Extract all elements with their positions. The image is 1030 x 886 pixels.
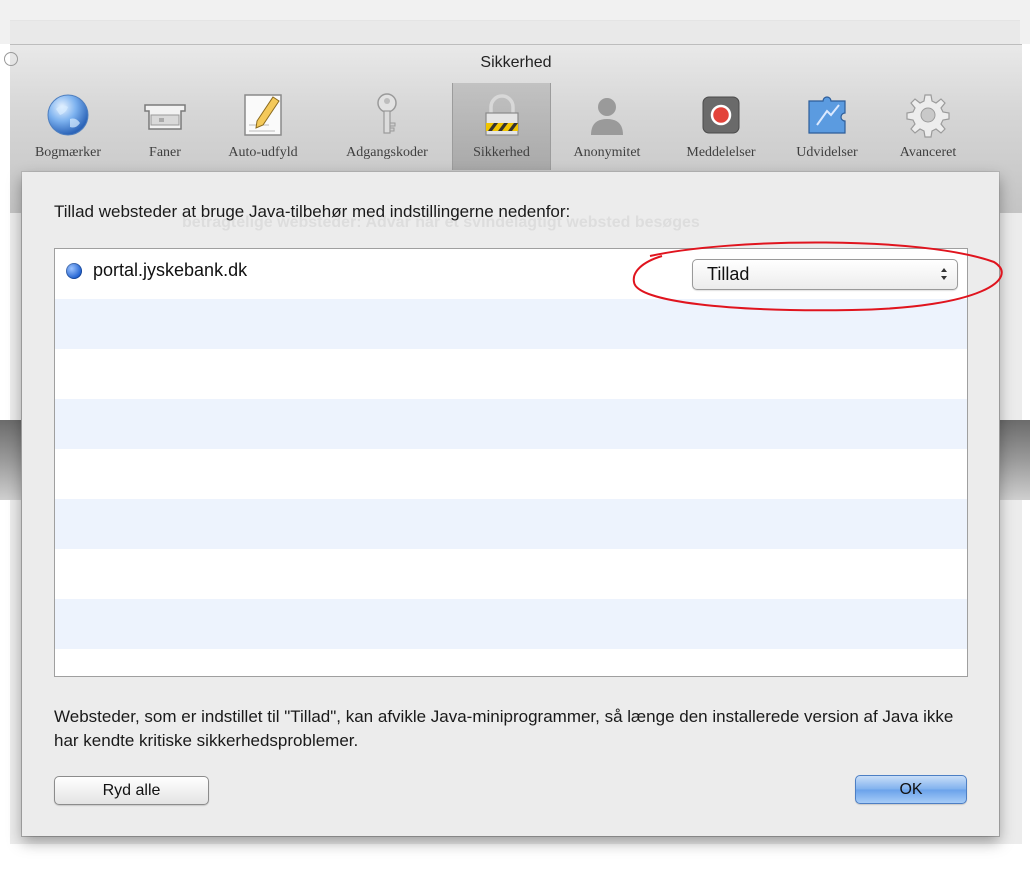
clear-all-button[interactable]: Ryd alle [54, 776, 209, 805]
toolbar-item-security[interactable]: Sikkerhed [452, 83, 551, 170]
toolbar-item-autofill[interactable]: Auto-udfyld [204, 87, 322, 167]
java-settings-sheet: betragtelige websteder: Advar når et svi… [22, 172, 1003, 836]
key-icon [377, 93, 397, 134]
toolbar-item-passwords[interactable]: Adgangskoder [322, 87, 452, 167]
toolbar-item-notifications[interactable]: Meddelelser [665, 87, 777, 167]
padlock-icon [484, 94, 519, 136]
toolbar-item-extensions[interactable]: Udvidelser [777, 87, 877, 167]
permission-select[interactable]: Tillad [692, 259, 958, 290]
background-window-edge [10, 20, 1020, 45]
tabs-icon [144, 104, 186, 130]
toolbar-item-tabs[interactable]: Faner [126, 87, 204, 167]
person-silhouette-icon [591, 98, 623, 135]
select-arrows-icon [941, 268, 947, 280]
globe-icon [47, 94, 89, 136]
pencil-form-icon [244, 94, 282, 136]
info-text: Websteder, som er indstillet til "Tillad… [54, 707, 954, 750]
toolbar-label: Adgangskoder [346, 145, 428, 160]
toolbar-label: Bogmærker [34, 145, 102, 160]
puzzle-extension-icon [808, 96, 846, 134]
permission-select-value: Tillad [707, 264, 750, 284]
website-list[interactable]: portal.jyskebank.dk Tillad [54, 248, 968, 677]
toolbar-item-advanced[interactable]: Avanceret [877, 87, 979, 167]
window-title: Sikkerhed [480, 54, 552, 71]
notification-icon [702, 96, 740, 134]
toolbar-label: Avanceret [899, 145, 957, 160]
toolbar-label: Udvidelser [796, 145, 858, 160]
toolbar-label: Anonymitet [573, 145, 641, 160]
toolbar-item-privacy[interactable]: Anonymitet [549, 87, 665, 167]
background-top-strip [0, 0, 1030, 45]
globe-icon [66, 263, 82, 279]
toolbar-label: Meddelelser [686, 145, 756, 160]
toolbar-item-bookmarks[interactable]: Bogmærker [10, 87, 126, 167]
toolbar-label: Sikkerhed [473, 145, 530, 160]
toolbar-label: Auto-udfyld [228, 145, 298, 160]
toolbar-label: Faner [149, 145, 181, 160]
sheet-heading: Tillad websteder at bruge Java-tilbehør … [54, 202, 571, 221]
list-item[interactable]: portal.jyskebank.dk Tillad [55, 249, 967, 299]
ok-button[interactable]: OK [855, 775, 967, 804]
gear-icon [906, 94, 950, 138]
site-name: portal.jyskebank.dk [93, 260, 248, 280]
